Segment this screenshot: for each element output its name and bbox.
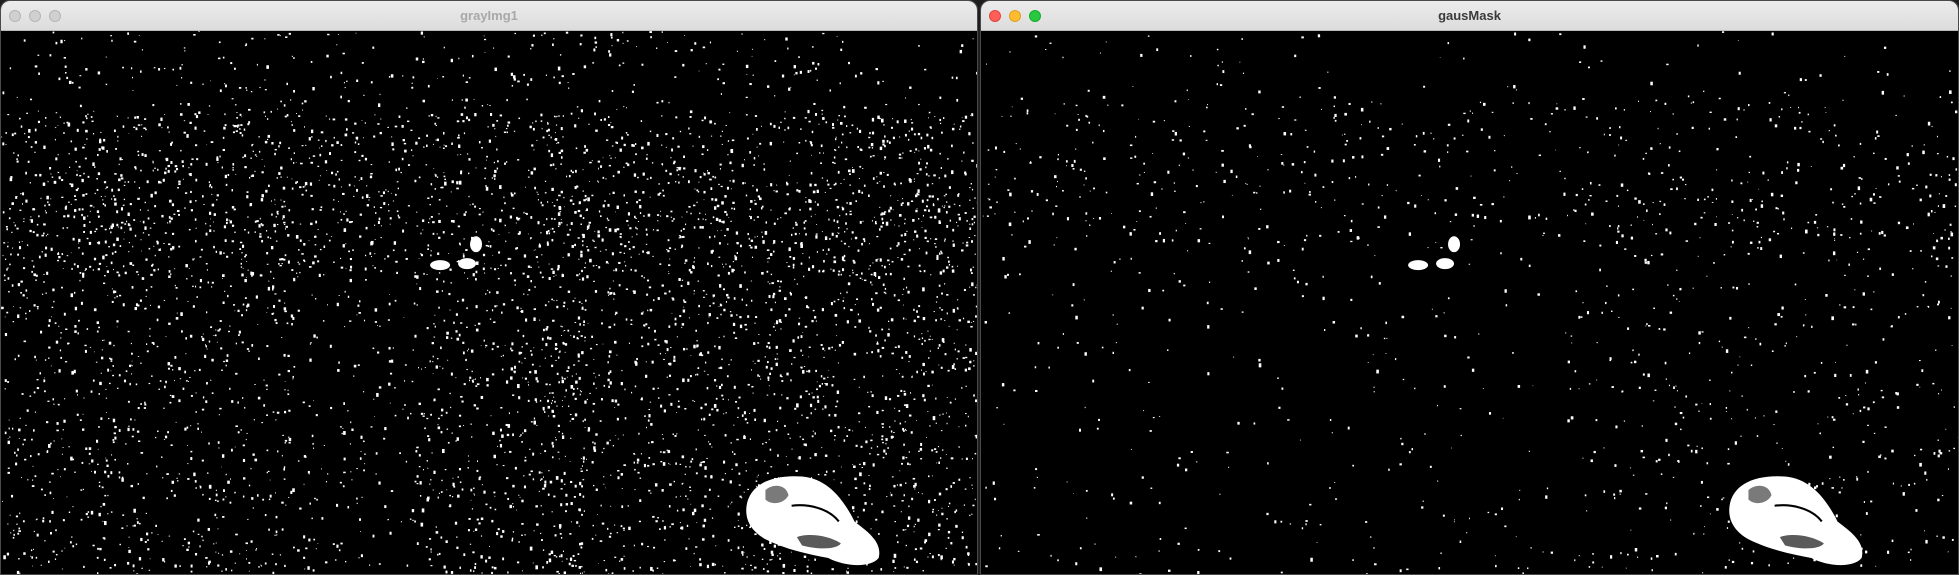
window-title: gausMask (1438, 8, 1501, 23)
distant-vehicles (1408, 236, 1461, 271)
window-title: grayImg1 (460, 8, 518, 23)
mask-image (982, 31, 1958, 574)
mask-image-canvas (981, 31, 1958, 574)
car-blob (1729, 476, 1863, 566)
window-gausmask[interactable]: gausMask (980, 0, 1959, 575)
mask-image-canvas (1, 31, 977, 574)
desktop: grayImg1 gausMask (0, 0, 1959, 575)
titlebar[interactable]: gausMask (981, 1, 1958, 31)
car-blob (746, 476, 880, 566)
window-grayimg1[interactable]: grayImg1 (0, 0, 978, 575)
titlebar[interactable]: grayImg1 (1, 1, 977, 31)
mask-image (1, 31, 977, 574)
